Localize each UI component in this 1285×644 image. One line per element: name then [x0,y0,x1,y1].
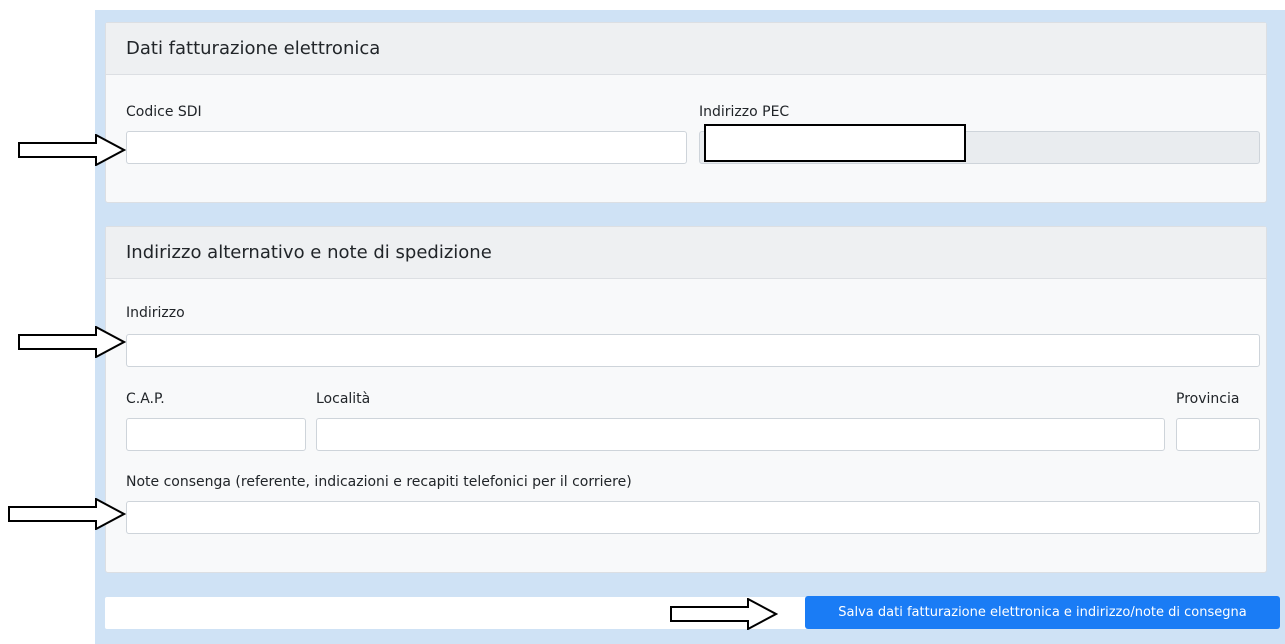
billing-card-title: Dati fatturazione elettronica [126,38,381,59]
notes-label: Note consenga (referente, indicazioni e … [126,474,632,490]
city-input[interactable] [316,418,1165,451]
pec-label: Indirizzo PEC [699,104,790,120]
sdi-label: Codice SDI [126,104,202,120]
sdi-input[interactable] [126,131,687,164]
address-input[interactable] [126,334,1260,367]
shipping-card-title: Indirizzo alternativo e note di spedizio… [126,242,492,263]
province-label: Provincia [1176,391,1240,407]
address-label: Indirizzo [126,305,185,321]
redaction-box [704,124,966,162]
arrow-right-icon [18,134,126,166]
shipping-card-header: Indirizzo alternativo e note di spedizio… [106,227,1266,279]
cap-input[interactable] [126,418,306,451]
cap-label: C.A.P. [126,391,165,407]
province-input[interactable] [1176,418,1260,451]
arrow-right-icon [670,598,778,630]
arrow-right-icon [8,498,126,530]
city-label: Località [316,391,371,407]
billing-card-header: Dati fatturazione elettronica [106,23,1266,75]
save-button[interactable]: Salva dati fatturazione elettronica e in… [805,596,1280,629]
notes-input[interactable] [126,501,1260,534]
billing-card: Dati fatturazione elettronica [105,22,1267,203]
arrow-right-icon [18,326,126,358]
